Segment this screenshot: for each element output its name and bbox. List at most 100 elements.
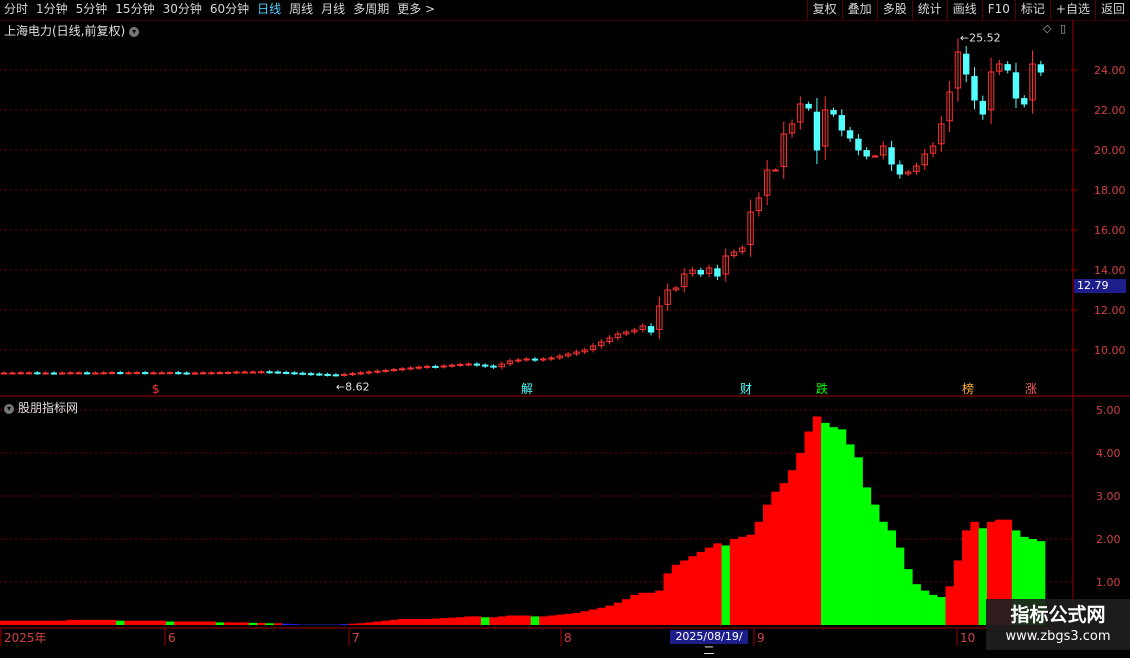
indicator-bar <box>481 617 490 625</box>
indicator-bar <box>149 621 158 625</box>
indicator-bar <box>639 593 648 625</box>
y-tick-label: 16.00 <box>1094 224 1126 237</box>
candle-body <box>358 373 363 374</box>
candle-body <box>814 112 819 150</box>
candle-body <box>897 165 902 174</box>
indicator-bar <box>174 622 183 625</box>
indicator-bar <box>265 623 274 625</box>
indicator-bar <box>581 611 590 625</box>
indicator-bar <box>738 537 747 625</box>
indicator-bar <box>672 565 681 625</box>
indicator-bar <box>66 620 75 625</box>
indicator-bar <box>945 586 954 625</box>
indicator-bar <box>531 616 540 625</box>
indicator-bar <box>17 621 26 625</box>
candle-body <box>1013 73 1018 98</box>
indicator-bar <box>216 622 225 625</box>
x-axis-label: 8 <box>564 631 572 645</box>
indicator-bar <box>572 613 581 625</box>
indicator-bar <box>937 597 946 625</box>
indicator-bar <box>539 616 548 625</box>
candle-body <box>35 373 40 374</box>
indicator-bar <box>133 621 142 625</box>
candle-body <box>416 367 421 368</box>
candle-body <box>308 374 313 375</box>
candle-body <box>300 373 305 374</box>
indicator-bar <box>158 621 167 625</box>
candle-body <box>234 372 239 373</box>
candle-body <box>1038 65 1043 72</box>
candle-body <box>383 370 388 371</box>
candle-body <box>43 373 48 374</box>
indicator-bar <box>390 620 399 625</box>
candle-body <box>159 373 164 374</box>
candle-body <box>972 77 977 100</box>
indicator-bar <box>382 621 391 625</box>
indicator-bar <box>705 548 714 625</box>
candle-body <box>192 373 197 374</box>
y-tick-label: 14.00 <box>1094 264 1126 277</box>
indicator-bar <box>904 569 913 625</box>
candle-body <box>1 373 6 374</box>
chevron-down-icon[interactable]: ▾ <box>4 404 14 414</box>
indicator-bar <box>191 622 200 625</box>
indicator-bar <box>257 623 266 625</box>
y-tick-label: 18.00 <box>1094 184 1126 197</box>
indicator-bar <box>415 619 424 625</box>
candle-body <box>541 359 546 360</box>
indicator-bar <box>357 623 366 625</box>
indicator-bar <box>896 548 905 625</box>
indicator-bar <box>124 621 133 625</box>
indicator-bar <box>232 622 241 625</box>
indicator-bar <box>91 620 100 625</box>
indicator-bar <box>8 621 17 625</box>
indicator-bar <box>523 616 532 625</box>
indicator-bar <box>182 622 191 625</box>
indicator-bar <box>921 591 930 625</box>
candlestick-chart[interactable]: 24.0022.0020.0018.0016.0014.0012.0010.00… <box>0 0 1130 650</box>
candle-body <box>101 373 106 374</box>
indicator-bar <box>688 556 697 625</box>
candle-body <box>375 371 380 372</box>
indicator-bar <box>224 622 233 625</box>
candle-body <box>10 373 15 374</box>
candle-body <box>217 373 222 374</box>
indicator-bar <box>630 595 639 625</box>
indicator-bar <box>680 561 689 626</box>
candle-body <box>715 269 720 276</box>
candle-body <box>118 373 123 374</box>
indicator-bar <box>423 619 432 625</box>
indicator-bar <box>854 457 863 625</box>
indicator-bar <box>954 561 963 626</box>
candle-body <box>200 373 205 374</box>
candle-body <box>847 131 852 138</box>
candle-body <box>283 372 288 373</box>
candle-body <box>350 374 355 375</box>
candle-body <box>532 359 537 360</box>
indicator-bar <box>448 618 457 625</box>
indicator-bar <box>622 599 631 625</box>
current-price-badge: 12.79 <box>1074 279 1126 293</box>
indicator-bar <box>746 535 755 625</box>
candle-body <box>698 270 703 274</box>
candle-body <box>76 373 81 374</box>
indicator-bar <box>821 423 830 625</box>
candle-body <box>134 373 139 374</box>
candle-body <box>839 116 844 130</box>
candle-body <box>524 359 529 360</box>
y-tick-label: 10.00 <box>1094 344 1126 357</box>
indicator-bar <box>879 522 888 625</box>
candle-body <box>856 139 861 150</box>
candle-body <box>317 374 322 375</box>
indicator-bar <box>33 621 42 625</box>
x-axis-label: 7 <box>352 631 360 645</box>
indicator-bar <box>489 617 498 625</box>
candle-body <box>516 360 521 361</box>
indicator-bar <box>58 621 67 625</box>
indicator-bar <box>440 618 449 625</box>
indicator-bar <box>564 614 573 625</box>
candle-body <box>259 372 264 373</box>
indicator-bar <box>730 539 739 625</box>
indicator-bar <box>605 606 614 625</box>
indicator-bar <box>846 444 855 625</box>
